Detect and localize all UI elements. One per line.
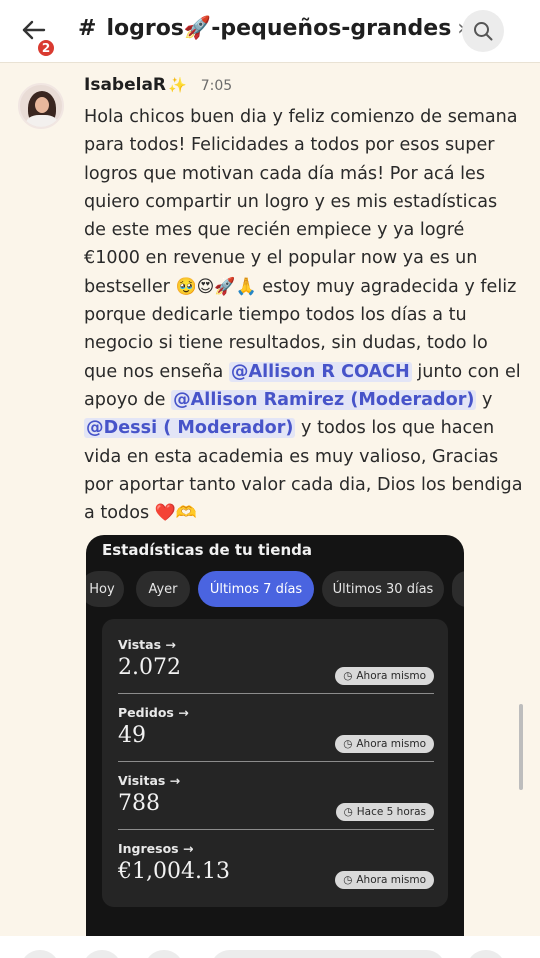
scrollbar[interactable] <box>519 704 523 790</box>
message-area: IsabelaR ✨ 7:05 Hola chicos buen dia y f… <box>0 62 540 937</box>
tab-ultimos-30-dias: Últimos 30 días <box>322 571 444 607</box>
toolbar-button[interactable] <box>466 950 506 958</box>
hash-icon: # <box>78 16 97 41</box>
toolbar-button[interactable] <box>144 950 184 958</box>
unread-badge: 2 <box>36 38 56 58</box>
sparkle-icon: ✨ <box>168 76 187 94</box>
toolbar-button[interactable] <box>20 950 60 958</box>
emoji-group: ❤️🫶 <box>154 503 198 524</box>
message-time: 7:05 <box>200 78 233 94</box>
back-button[interactable]: 2 <box>20 18 60 58</box>
tab-hoy: Hoy <box>86 571 124 607</box>
clock-icon: ◷ <box>343 806 353 818</box>
message: IsabelaR ✨ 7:05 Hola chicos buen dia y f… <box>84 75 524 527</box>
toolbar-button[interactable] <box>82 950 122 958</box>
search-icon <box>474 22 493 41</box>
stat-pedidos: Pedidos → 49 ◷ Ahora mismo <box>118 695 434 763</box>
channel-header: 2 # logros🚀-pequeños-grandes › <box>0 0 540 62</box>
stats-title: Estadísticas de tu tienda <box>102 541 312 559</box>
tab-ultimos-7-dias: Últimos 7 días <box>198 571 314 607</box>
message-input[interactable] <box>210 950 446 958</box>
bottom-toolbar <box>0 936 540 958</box>
author-name[interactable]: IsabelaR <box>84 75 166 95</box>
stat-ingresos: Ingresos → €1,004.13 ◷ Ahora mismo <box>118 831 434 899</box>
clock-icon: ◷ <box>343 738 353 750</box>
channel-title[interactable]: # logros🚀-pequeños-grandes › <box>78 16 466 41</box>
avatar[interactable] <box>18 83 64 129</box>
stat-vistas: Vistas → 2.072 ◷ Ahora mismo <box>118 627 434 695</box>
emoji-group: 🥹😍🚀🙏 <box>175 276 257 297</box>
mention-allison-coach[interactable]: @Allison R COACH <box>228 361 412 382</box>
stats-panel: Vistas → 2.072 ◷ Ahora mismo Pedidos → 49… <box>102 619 448 907</box>
tab-more <box>452 571 464 607</box>
tab-ayer: Ayer <box>136 571 190 607</box>
back-arrow-icon <box>22 20 46 40</box>
stat-visitas: Visitas → 788 ◷ Hace 5 horas <box>118 763 434 831</box>
mention-dessi[interactable]: @Dessi ( Moderador) <box>84 418 296 439</box>
search-button[interactable] <box>462 10 504 52</box>
attached-image[interactable]: Estadísticas de tu tienda Hoy Ayer Últim… <box>86 535 464 937</box>
channel-name: logros🚀-pequeños-grandes <box>106 16 452 41</box>
mention-allison-ramirez[interactable]: @Allison Ramirez (Moderador) <box>171 389 477 410</box>
message-body: Hola chicos buen dia y feliz comienzo de… <box>84 107 523 524</box>
clock-icon: ◷ <box>343 670 353 682</box>
clock-icon: ◷ <box>343 874 353 886</box>
